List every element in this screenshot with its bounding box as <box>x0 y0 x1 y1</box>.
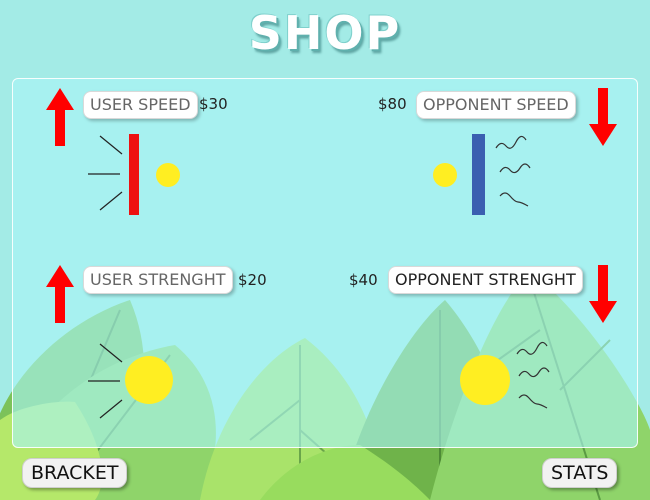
user-speed-price: $30 <box>199 95 228 113</box>
opponent-strength-price: $40 <box>349 271 378 289</box>
user-strength-price: $20 <box>238 271 267 289</box>
fast-paddle-ball-icon <box>88 134 180 215</box>
slow-paddle-ball-icon <box>433 134 531 215</box>
shop-title: SHOP <box>248 6 402 60</box>
weak-ball-icon <box>460 341 550 409</box>
strong-ball-icon <box>88 343 173 419</box>
red-up-arrow-icon[interactable] <box>46 265 74 323</box>
bracket-button[interactable]: BRACKET <box>22 458 128 488</box>
user-strength-label[interactable]: USER STRENGHT <box>83 266 233 294</box>
opponent-speed-price: $80 <box>378 95 407 113</box>
red-down-arrow-icon[interactable] <box>589 265 617 323</box>
user-speed-label[interactable]: USER SPEED <box>83 91 198 119</box>
red-down-arrow-icon[interactable] <box>589 88 617 146</box>
red-up-arrow-icon[interactable] <box>46 88 74 146</box>
stats-button[interactable]: STATS <box>542 458 618 488</box>
opponent-speed-label[interactable]: OPPONENT SPEED <box>416 91 576 119</box>
opponent-strength-label[interactable]: OPPONENT STRENGHT <box>388 266 583 294</box>
